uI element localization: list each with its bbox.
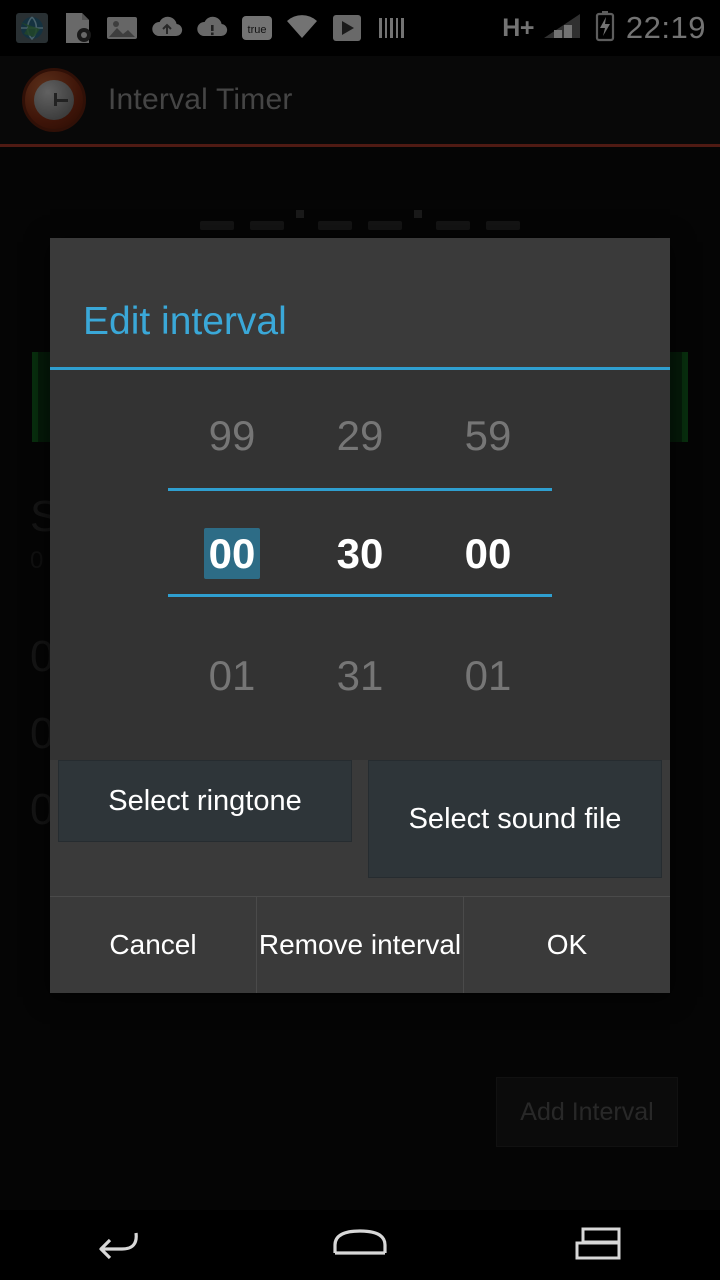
back-button[interactable] [60,1210,180,1280]
recents-button[interactable] [540,1210,660,1280]
select-sound-file-label: Select sound file [408,802,622,835]
ok-button[interactable]: OK [463,897,670,993]
edit-interval-dialog: Edit interval 99 29 59 00 30 00 01 31 01… [50,238,670,993]
select-sound-file-button[interactable]: Select sound file [368,760,662,878]
picker-bottom-divider [168,594,552,597]
picker-seconds-next[interactable]: 01 [424,652,552,700]
picker-minutes-next[interactable]: 31 [296,652,424,700]
dialog-header: Edit interval [50,238,670,370]
remove-interval-label: Remove interval [258,929,462,960]
picker-hours-previous-value: 99 [208,412,256,459]
picker-minutes-next-value: 31 [336,652,384,699]
remove-interval-button[interactable]: Remove interval [256,897,463,993]
sound-selection-row: Select ringtone Select sound file [50,760,670,896]
picker-hours-value: 00 [203,528,261,579]
picker-top-divider [168,488,552,491]
duration-picker: 99 29 59 00 30 00 01 31 01 [50,370,670,760]
recents-icon [565,1221,635,1270]
picker-seconds-previous[interactable]: 59 [424,412,552,460]
cancel-label: Cancel [109,929,197,960]
select-ringtone-label: Select ringtone [108,784,302,817]
picker-seconds-previous-value: 59 [464,412,512,459]
dialog-action-bar: Cancel Remove interval OK [50,897,670,993]
home-icon [325,1223,395,1268]
home-button[interactable] [300,1210,420,1280]
picker-selected-row: 00 30 00 [50,528,670,579]
ok-label: OK [546,929,588,960]
picker-minutes-previous-value: 29 [336,412,384,459]
navigation-bar [0,1210,720,1280]
picker-minutes-previous[interactable]: 29 [296,412,424,460]
dialog-title: Edit interval [83,300,287,343]
cancel-button[interactable]: Cancel [50,897,256,993]
picker-previous-row: 99 29 59 [50,412,670,460]
picker-seconds-next-value: 01 [464,652,512,699]
picker-hours-next-value: 01 [208,652,256,699]
picker-minutes-value: 30 [336,530,384,577]
picker-hours-field[interactable]: 00 [168,528,296,579]
clock-minute-hand-icon [54,99,68,102]
select-ringtone-button[interactable]: Select ringtone [58,760,352,842]
phone-screen: true [0,0,720,1280]
picker-hours-previous[interactable]: 99 [168,412,296,460]
picker-seconds-field[interactable]: 00 [424,530,552,578]
back-icon [90,1223,150,1268]
picker-minutes-field[interactable]: 30 [296,530,424,578]
picker-hours-next[interactable]: 01 [168,652,296,700]
picker-next-row: 01 31 01 [50,652,670,700]
picker-seconds-value: 00 [464,530,512,577]
